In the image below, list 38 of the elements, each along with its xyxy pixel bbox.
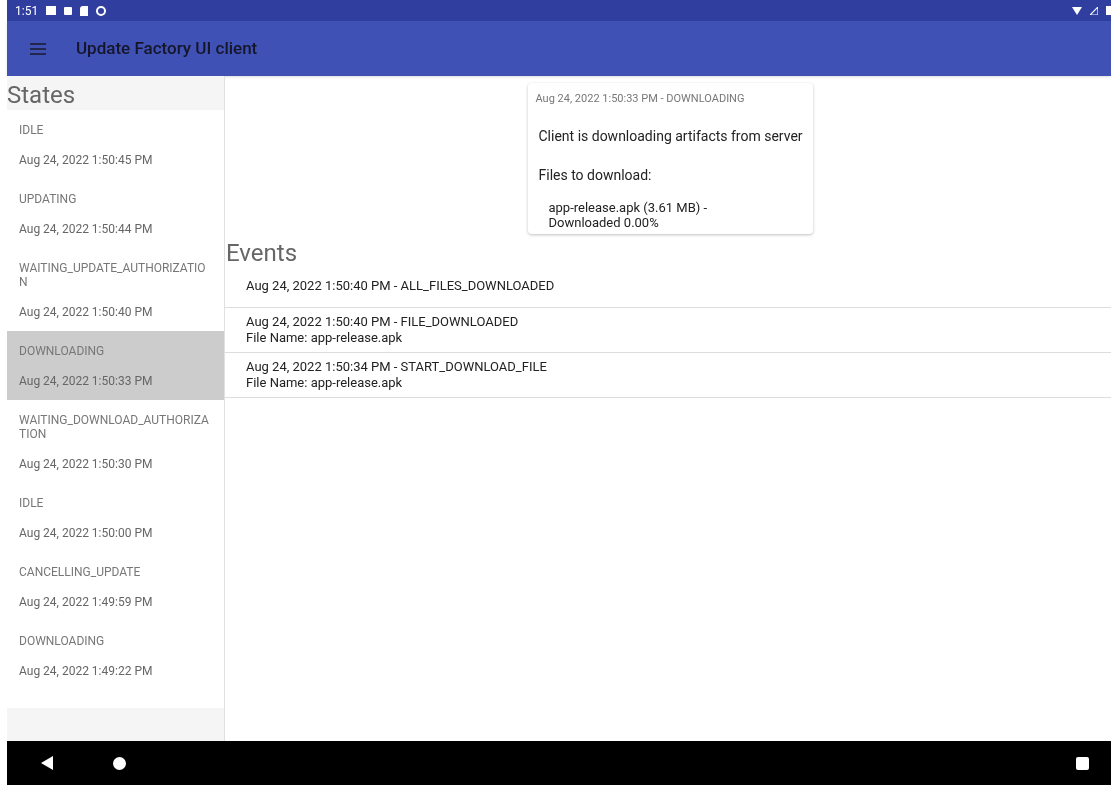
card-message: Client is downloading artifacts from server <box>538 126 804 146</box>
state-time: Aug 24, 2022 1:49:22 PM <box>19 664 154 678</box>
state-time: Aug 24, 2022 1:50:40 PM <box>19 305 154 319</box>
sd-card-icon <box>80 5 89 16</box>
state-name: IDLE <box>19 123 45 137</box>
battery-icon <box>1106 6 1111 15</box>
wifi-icon <box>1072 6 1082 15</box>
home-icon[interactable] <box>113 756 126 770</box>
file-entry: app-release.apk (3.61 MB) - Downloaded 0.00% <box>548 199 709 230</box>
states-heading: States <box>7 80 77 110</box>
event-title: Aug 24, 2022 1:50:34 PM - START_DOWNLOAD_FILE <box>246 358 548 375</box>
state-name: UPDATING <box>19 192 78 206</box>
state-name: IDLE <box>19 496 45 510</box>
state-name: WAITING_UPDATE_AUTHORIZATION <box>19 261 207 289</box>
back-icon[interactable] <box>41 756 53 770</box>
event-title: Aug 24, 2022 1:50:40 PM - ALL_FILES_DOWNLOADED <box>246 277 556 294</box>
state-time: Aug 24, 2022 1:50:33 PM <box>19 374 154 388</box>
sync-icon <box>96 5 107 16</box>
state-time: Aug 24, 2022 1:50:30 PM <box>19 457 154 471</box>
recents-icon[interactable] <box>1076 756 1089 770</box>
files-label: Files to download: <box>538 165 653 185</box>
state-time: Aug 24, 2022 1:50:00 PM <box>19 526 154 540</box>
events-heading: Events <box>226 237 299 268</box>
app-title: Update Factory UI client <box>76 36 258 60</box>
card-header: Aug 24, 2022 1:50:33 PM - DOWNLOADING <box>535 91 746 107</box>
event-detail: File Name: app-release.apk <box>246 329 404 346</box>
state-time: Aug 24, 2022 1:50:45 PM <box>19 153 154 167</box>
event-title: Aug 24, 2022 1:50:40 PM - FILE_DOWNLOADED <box>246 313 520 330</box>
state-name: DOWNLOADING <box>19 344 106 358</box>
state-item[interactable]: DOWNLOADING Aug 24, 2022 1:50:33 PM <box>7 331 224 400</box>
state-time: Aug 24, 2022 1:50:44 PM <box>19 222 154 236</box>
state-name: WAITING_DOWNLOAD_AUTHORIZATION <box>19 413 210 441</box>
state-name: CANCELLING_UPDATE <box>19 565 142 579</box>
state-name: DOWNLOADING <box>19 634 106 648</box>
signal-icon <box>1090 6 1098 15</box>
event-detail: File Name: app-release.apk <box>246 374 404 391</box>
state-time: Aug 24, 2022 1:49:59 PM <box>19 595 154 609</box>
status-time: 1:51 <box>15 2 39 20</box>
